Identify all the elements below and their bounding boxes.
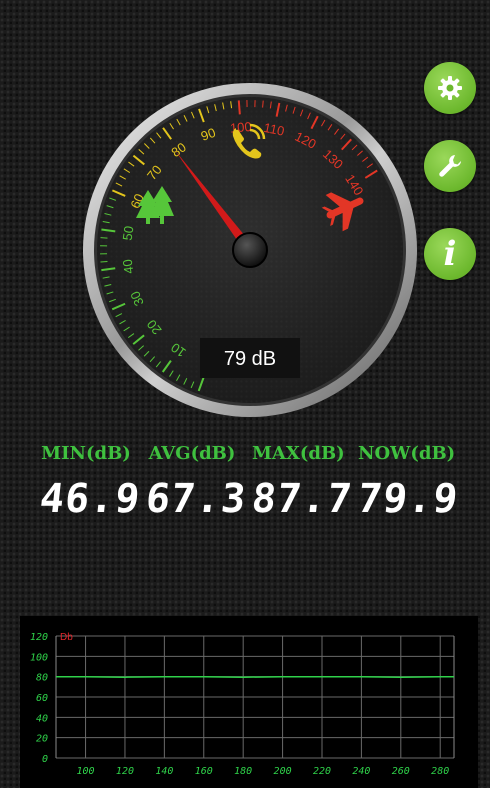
- gauge-tick: [262, 100, 264, 108]
- needle-hub: [232, 232, 268, 268]
- now-value: 79.9: [355, 476, 461, 522]
- x-tick-label: 240: [352, 766, 370, 777]
- x-tick-label: 140: [155, 766, 173, 777]
- x-tick-label: 100: [77, 766, 95, 777]
- x-tick-label: 260: [392, 766, 410, 777]
- avg-value: 67.3: [143, 476, 249, 522]
- y-tick-label: 80: [36, 673, 48, 684]
- max-label: MAX(dB): [252, 443, 345, 464]
- y-tick-label: 0: [42, 754, 48, 765]
- max-value: 87.7: [249, 476, 355, 522]
- y-axis-label: Db: [60, 632, 73, 643]
- gauge-tick: [237, 100, 241, 115]
- x-tick-label: 200: [274, 766, 292, 777]
- y-tick-label: 20: [36, 734, 48, 745]
- settings-button[interactable]: [424, 62, 476, 114]
- gauge-tick: [100, 260, 108, 263]
- gauge-tick: [100, 237, 108, 239]
- gauge-tick-label: 40: [120, 258, 137, 274]
- y-tick-label: 120: [30, 632, 48, 643]
- y-tick-label: 40: [36, 713, 48, 724]
- min-label: MIN(dB): [41, 443, 131, 464]
- x-tick-label: 120: [116, 766, 134, 777]
- stats-values: 46.9 67.3 87.7 79.9: [37, 476, 461, 522]
- stats-labels: MIN(dB) AVG(dB) MAX(dB) NOW(dB): [40, 443, 456, 464]
- x-tick-label: 220: [313, 766, 331, 777]
- info-icon: i: [443, 234, 457, 274]
- wrench-icon: [439, 155, 461, 177]
- series-line: [56, 675, 454, 678]
- now-label: NOW(dB): [358, 443, 456, 464]
- gear-icon: [438, 76, 462, 100]
- avg-label: AVG(dB): [148, 443, 236, 464]
- info-button[interactable]: i: [424, 228, 476, 280]
- x-tick-label: 180: [234, 766, 252, 777]
- min-value: 46.9: [37, 476, 143, 522]
- gauge-tick-label: 50: [120, 225, 137, 241]
- sound-meter-gauge: 0102030405060708090100110120130140 79 dB: [83, 83, 417, 417]
- y-tick-label: 100: [30, 652, 48, 663]
- x-tick-label: 280: [431, 766, 449, 777]
- y-tick-label: 60: [36, 693, 48, 704]
- reading-label: 79 dB: [224, 348, 276, 370]
- tools-button[interactable]: [424, 140, 476, 192]
- x-tick-label: 160: [195, 766, 213, 777]
- history-chart: 120100806040200 100 120 140 160 180 200 220 240…: [20, 616, 478, 788]
